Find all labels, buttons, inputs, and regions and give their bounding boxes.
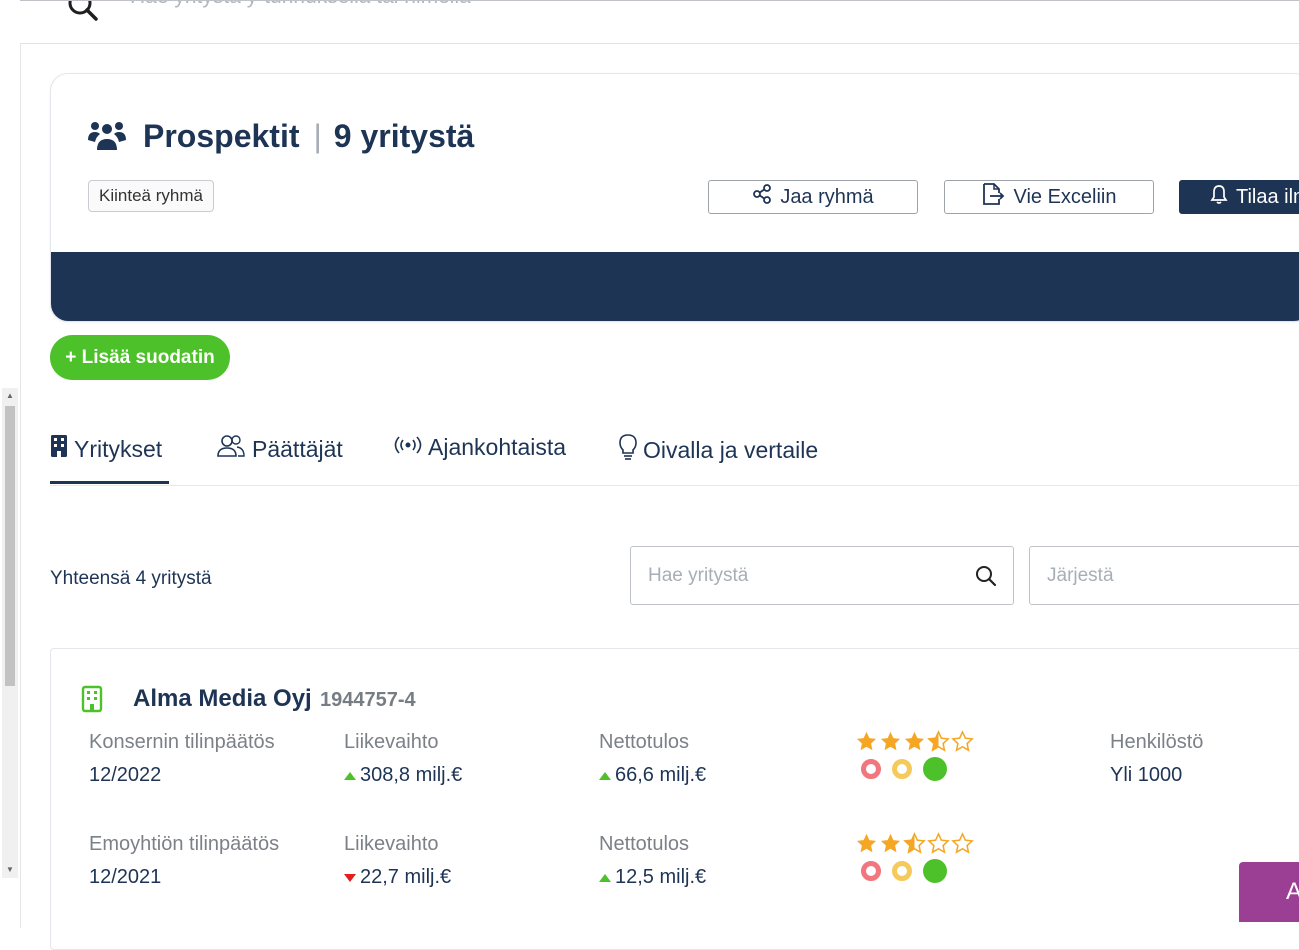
revenue-amount: 308,8 milj.€ [360,764,463,786]
risk-indicators [861,757,947,781]
risk-indicators [861,859,947,883]
title-separator: | [313,118,322,154]
staff-value: Yli 1000 [1110,764,1183,786]
revenue-value: 22,7 milj.€ [344,866,451,889]
tab-companies[interactable]: Yritykset [50,434,162,464]
share-group-button[interactable]: Jaa ryhmä [708,180,918,214]
chat-launcher-button[interactable]: A [1239,862,1299,922]
search-icon[interactable] [975,565,997,592]
header-band [51,252,1299,321]
scroll-down-arrow-icon[interactable]: ▼ [2,862,18,878]
trend-up-icon [599,771,611,780]
star-full-icon [880,833,901,853]
tab-decision-makers[interactable]: Päättäjät [216,434,343,464]
vertical-scrollbar[interactable]: ▲ ▼ [2,388,18,878]
top-search-bar [20,0,1299,44]
page-title: Prospektit | 9 yritystä [143,118,474,155]
active-tab-indicator [50,481,169,484]
list-search-input[interactable] [648,565,948,587]
star-empty-icon [951,730,974,752]
group-name: Prospektit [143,118,300,154]
statement-period: 12/2021 [89,866,162,888]
view-tabs: Yritykset Päättäjät Ajankohtaista Oivall… [50,420,1299,486]
building-icon [50,434,68,464]
business-id: 1944757-4 [320,689,416,711]
star-half-icon [903,832,926,854]
tab-label: Oivalla ja vertaile [643,436,819,463]
star-empty-icon [927,832,950,854]
trend-up-icon [344,771,356,780]
add-filter-button[interactable]: + Lisää suodatin [50,335,230,380]
company-card[interactable]: Alma Media Oyj 1944757-4 Konsernin tilin… [50,648,1299,950]
red-ring-icon [861,861,881,881]
star-empty-icon [951,832,974,854]
tab-label: Ajankohtaista [428,434,567,460]
group-header-card: Prospektit | 9 yritystä Kiinteä ryhmä Jaa … [50,73,1299,322]
red-ring-icon [861,759,881,779]
bell-icon [1210,184,1228,210]
scroll-up-arrow-icon[interactable]: ▲ [2,388,18,404]
users-group-icon [87,120,127,159]
tab-current-news[interactable]: Ajankohtaista [394,434,566,461]
group-count: 9 yritystä [333,118,475,154]
share-icon [752,184,772,210]
share-label: Jaa ryhmä [780,185,874,208]
tab-insights-compare[interactable]: Oivalla ja vertaile [619,434,818,466]
statement-label: Konsernin tilinpäätös [89,731,275,753]
left-panel-edge: ▲ ▼ [0,0,21,928]
tab-label: Päättäjät [252,435,343,462]
sort-placeholder: Järjestä [1047,565,1114,586]
company-search-input[interactable] [130,1,830,9]
subscribe-label: Tilaa ilm [1236,185,1299,208]
net-income-value: 66,6 milj.€ [599,764,706,787]
star-full-icon [880,731,901,751]
staff-label: Henkilöstö [1110,731,1204,753]
broadcast-icon [394,434,422,461]
rating-stars [855,730,974,753]
list-search-box [630,546,1014,605]
revenue-label: Liikevaihto [344,833,439,855]
company-name-link[interactable]: Alma Media Oyj [133,685,312,713]
search-icon[interactable] [66,1,100,28]
rating-stars [855,832,974,855]
star-full-icon [856,731,877,751]
net-amount: 12,5 milj.€ [615,866,707,888]
revenue-label: Liikevaihto [344,731,439,753]
net-income-label: Nettotulos [599,833,690,855]
group-type-badge: Kiinteä ryhmä [88,180,214,212]
file-export-icon [981,183,1005,211]
chat-label: A [1285,878,1299,905]
star-full-icon [904,731,925,751]
scrollbar-thumb[interactable] [5,406,15,686]
statement-label: Emoyhtiön tilinpäätös [89,833,280,855]
building-outline-icon [81,685,103,718]
users-outline-icon [216,434,246,464]
net-amount: 66,6 milj.€ [615,764,707,786]
revenue-amount: 22,7 milj.€ [360,866,452,888]
trend-down-icon [344,873,356,882]
export-excel-button[interactable]: Vie Exceliin [944,180,1154,214]
star-full-icon [856,833,877,853]
revenue-value: 308,8 milj.€ [344,764,462,787]
green-dot-icon [923,859,947,883]
results-total: Yhteensä 4 yritystä [50,568,212,589]
yellow-ring-icon [892,861,912,881]
net-income-label: Nettotulos [599,731,690,753]
star-half-icon [927,730,950,752]
green-dot-icon [923,757,947,781]
tab-label: Yritykset [74,435,163,462]
lightbulb-icon [619,434,637,466]
yellow-ring-icon [892,759,912,779]
net-income-value: 12,5 milj.€ [599,866,706,889]
export-label: Vie Exceliin [1013,185,1117,208]
subscribe-alerts-button[interactable]: Tilaa ilm [1179,180,1299,214]
statement-period: 12/2022 [89,764,162,786]
sort-select[interactable]: Järjestä [1029,546,1299,605]
trend-up-icon [599,873,611,882]
